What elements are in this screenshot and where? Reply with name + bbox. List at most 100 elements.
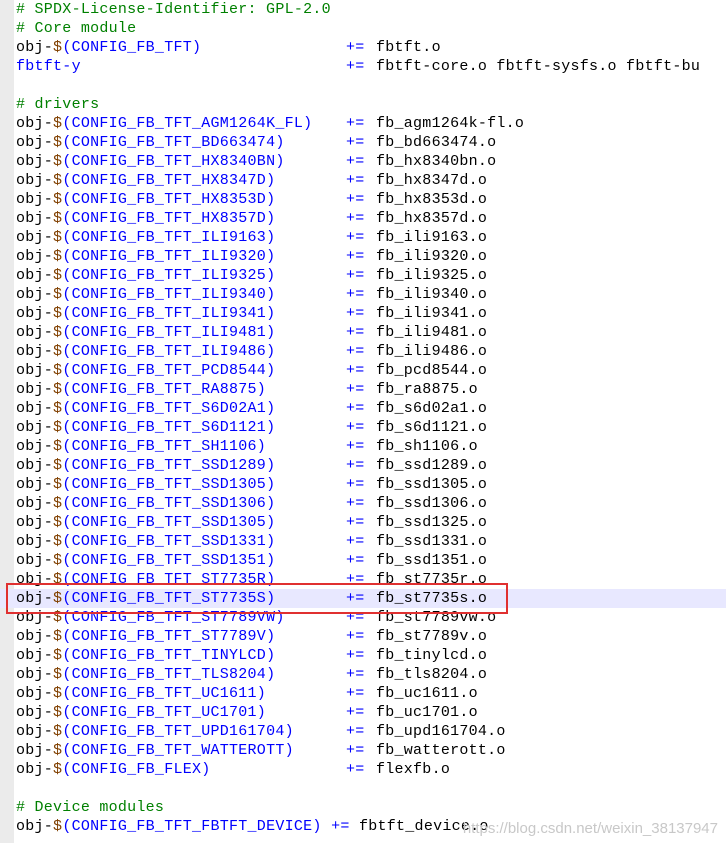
- assign-operator: +=: [346, 191, 365, 208]
- code-line[interactable]: [0, 76, 726, 95]
- code-line[interactable]: obj-$(CONFIG_FB_TFT_SSD1305) += fb_ssd1305…: [0, 475, 726, 494]
- rule-target: obj-$(CONFIG_FB_TFT_ILI9163): [16, 228, 275, 247]
- object-file: fb_agm1264k-fl.o: [376, 115, 525, 132]
- code-editor[interactable]: # SPDX-License-Identifier: GPL-2.0 # Core…: [0, 0, 726, 843]
- dollar-sign: $: [53, 609, 63, 626]
- obj-prefix: obj-: [16, 286, 54, 303]
- assign-operator: +=: [346, 457, 365, 474]
- obj-prefix: obj-: [16, 210, 54, 227]
- config-option: (CONFIG_FB_TFT_ILI9325): [62, 267, 276, 284]
- code-line[interactable]: obj-$(CONFIG_FB_TFT_TLS8204) += fb_tls8204…: [0, 665, 726, 684]
- obj-prefix: obj-: [16, 742, 54, 759]
- assign-operator: +=: [346, 685, 365, 702]
- assign-operator: +=: [346, 571, 365, 588]
- code-line[interactable]: obj-$(CONFIG_FB_TFT_HX8347D) += fb_hx8347d…: [0, 171, 726, 190]
- config-option: (CONFIG_FB_TFT_FBTFT_DEVICE): [62, 818, 322, 835]
- code-line[interactable]: # drivers: [0, 95, 726, 114]
- dollar-sign: $: [53, 305, 63, 322]
- object-file: fb_ili9341.o: [376, 305, 488, 322]
- code-line[interactable]: obj-$(CONFIG_FB_TFT_RA8875) += fb_ra8875.o: [0, 380, 726, 399]
- code-line[interactable]: obj-$(CONFIG_FB_TFT_HX8357D) += fb_hx8357d…: [0, 209, 726, 228]
- obj-prefix: obj-: [16, 685, 54, 702]
- config-option: (CONFIG_FB_TFT_SSD1305): [62, 514, 276, 531]
- code-line[interactable]: obj-$(CONFIG_FB_TFT_ILI9341) += fb_ili9341…: [0, 304, 726, 323]
- rule-target: obj-$(CONFIG_FB_TFT_FBTFT_DEVICE): [16, 817, 322, 836]
- code-line[interactable]: obj-$(CONFIG_FB_TFT) += fbtft.o: [0, 38, 726, 57]
- code-line[interactable]: obj-$(CONFIG_FB_TFT_ST7789V) += fb_st7789v…: [0, 627, 726, 646]
- code-line[interactable]: obj-$(CONFIG_FB_TFT_BD663474) += fb_bd6634…: [0, 133, 726, 152]
- code-line[interactable]: obj-$(CONFIG_FB_TFT_SSD1351) += fb_ssd1351…: [0, 551, 726, 570]
- assign-operator: +=: [346, 742, 365, 759]
- code-line[interactable]: # SPDX-License-Identifier: GPL-2.0: [0, 0, 726, 19]
- obj-prefix: obj-: [16, 647, 54, 664]
- config-option: (CONFIG_FB_TFT_UC1701): [62, 704, 267, 721]
- config-option: (CONFIG_FB_TFT_HX8357D): [62, 210, 276, 227]
- code-line[interactable]: obj-$(CONFIG_FB_TFT_ILI9320) += fb_ili9320…: [0, 247, 726, 266]
- config-option: (CONFIG_FB_TFT_SSD1305): [62, 476, 276, 493]
- dollar-sign: $: [53, 229, 63, 246]
- rule-target: obj-$(CONFIG_FB_TFT_PCD8544): [16, 361, 275, 380]
- code-line[interactable]: obj-$(CONFIG_FB_TFT_HX8340BN) += fb_hx8340…: [0, 152, 726, 171]
- code-line[interactable]: obj-$(CONFIG_FB_TFT_ILI9340) += fb_ili9340…: [0, 285, 726, 304]
- config-option: (CONFIG_FB_TFT_PCD8544): [62, 362, 276, 379]
- rule-target: obj-$(CONFIG_FB_TFT_ILI9325): [16, 266, 275, 285]
- code-line[interactable]: obj-$(CONFIG_FB_TFT_TINYLCD) += fb_tinylcd…: [0, 646, 726, 665]
- code-line[interactable]: # Core module: [0, 19, 726, 38]
- obj-prefix: obj-: [16, 419, 54, 436]
- code-line[interactable]: obj-$(CONFIG_FB_TFT_ILI9325) += fb_ili9325…: [0, 266, 726, 285]
- code-line[interactable]: obj-$(CONFIG_FB_TFT_PCD8544) += fb_pcd8544…: [0, 361, 726, 380]
- code-line[interactable]: obj-$(CONFIG_FB_TFT_SSD1289) += fb_ssd1289…: [0, 456, 726, 475]
- object-file: fb_hx8357d.o: [376, 210, 488, 227]
- rule-target: obj-$(CONFIG_FB_TFT_S6D1121): [16, 418, 275, 437]
- code-line[interactable]: obj-$(CONFIG_FB_TFT_S6D02A1) += fb_s6d02a1…: [0, 399, 726, 418]
- variable-name: fbtft-y: [16, 58, 81, 75]
- code-line[interactable]: obj-$(CONFIG_FB_TFT_SH1106) += fb_sh1106.o: [0, 437, 726, 456]
- assign-operator: +=: [346, 590, 365, 607]
- code-line[interactable]: obj-$(CONFIG_FB_TFT_UC1611) += fb_uc1611.o: [0, 684, 726, 703]
- obj-prefix: obj-: [16, 267, 54, 284]
- assign-operator: +=: [346, 761, 365, 778]
- object-file: fb_pcd8544.o: [376, 362, 488, 379]
- rule-target: obj-$(CONFIG_FB_FLEX): [16, 760, 211, 779]
- dollar-sign: $: [53, 419, 63, 436]
- code-line[interactable]: obj-$(CONFIG_FB_TFT_ST7789VW) += fb_st7789…: [0, 608, 726, 627]
- code-line[interactable]: obj-$(CONFIG_FB_TFT_WATTEROTT) += fb_watte…: [0, 741, 726, 760]
- obj-prefix: obj-: [16, 324, 54, 341]
- code-line-current[interactable]: obj-$(CONFIG_FB_TFT_ST7735S) += fb_st7735s…: [0, 589, 726, 608]
- assign-operator: +=: [346, 248, 365, 265]
- code-line[interactable]: obj-$(CONFIG_FB_TFT_HX8353D) += fb_hx8353d…: [0, 190, 726, 209]
- config-option: (CONFIG_FB_TFT_ST7789V): [62, 628, 276, 645]
- code-line[interactable]: obj-$(CONFIG_FB_TFT_SSD1306) += fb_ssd1306…: [0, 494, 726, 513]
- code-line[interactable]: obj-$(CONFIG_FB_TFT_SSD1305) += fb_ssd1325…: [0, 513, 726, 532]
- dollar-sign: $: [53, 742, 63, 759]
- code-line[interactable]: obj-$(CONFIG_FB_FLEX) += flexfb.o: [0, 760, 726, 779]
- rule-target: obj-$(CONFIG_FB_TFT_S6D02A1): [16, 399, 275, 418]
- rule-target: obj-$(CONFIG_FB_TFT_SSD1331): [16, 532, 275, 551]
- code-line[interactable]: obj-$(CONFIG_FB_TFT_ILI9481) += fb_ili9481…: [0, 323, 726, 342]
- code-line[interactable]: obj-$(CONFIG_FB_TFT_SSD1331) += fb_ssd1331…: [0, 532, 726, 551]
- obj-prefix: obj-: [16, 343, 54, 360]
- code-line[interactable]: obj-$(CONFIG_FB_TFT_ILI9486) += fb_ili9486…: [0, 342, 726, 361]
- obj-prefix: obj-: [16, 609, 54, 626]
- object-file: fb_uc1701.o: [376, 704, 478, 721]
- assign-operator: +=: [346, 172, 365, 189]
- dollar-sign: $: [53, 571, 63, 588]
- obj-prefix: obj-: [16, 134, 54, 151]
- rule-target: obj-$(CONFIG_FB_TFT_UC1611): [16, 684, 266, 703]
- code-line[interactable]: obj-$(CONFIG_FB_TFT_UPD161704) += fb_upd16…: [0, 722, 726, 741]
- code-line[interactable]: obj-$(CONFIG_FB_TFT_ILI9163) += fb_ili9163…: [0, 228, 726, 247]
- config-option: (CONFIG_FB_TFT_HX8340BN): [62, 153, 285, 170]
- assign-operator: +=: [346, 704, 365, 721]
- obj-prefix: obj-: [16, 818, 54, 835]
- code-line[interactable]: # Device modules: [0, 798, 726, 817]
- code-line[interactable]: fbtft-y += fbtft-core.o fbtft-sysfs.o fbtf…: [0, 57, 726, 76]
- assign-operator: +=: [346, 286, 365, 303]
- code-line[interactable]: obj-$(CONFIG_FB_TFT_S6D1121) += fb_s6d1121…: [0, 418, 726, 437]
- object-file: fb_ssd1305.o: [376, 476, 488, 493]
- object-file: fb_s6d02a1.o: [376, 400, 488, 417]
- code-line[interactable]: obj-$(CONFIG_FB_TFT_UC1701) += fb_uc1701.o: [0, 703, 726, 722]
- code-line[interactable]: obj-$(CONFIG_FB_TFT_AGM1264K_FL) += fb_agm…: [0, 114, 726, 133]
- code-line[interactable]: obj-$(CONFIG_FB_TFT_ST7735R) += fb_st7735r…: [0, 570, 726, 589]
- code-line[interactable]: [0, 779, 726, 798]
- comment-text: # Device modules: [16, 799, 165, 816]
